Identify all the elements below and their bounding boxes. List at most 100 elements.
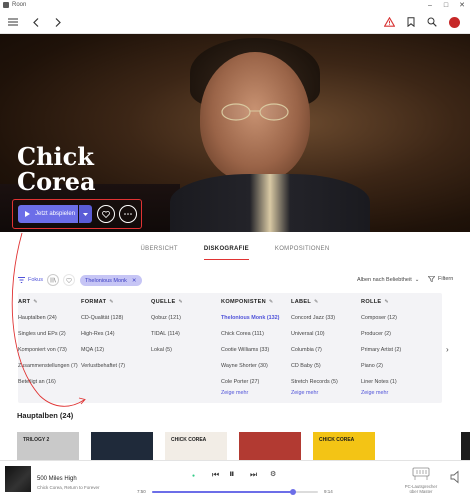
focus-filter-item[interactable]: Beteiligt an (16) (18, 379, 56, 385)
focus-filter-item[interactable]: Lokal (5) (151, 347, 172, 353)
focus-filter-item[interactable]: Zusammenstellungen (7) (18, 363, 78, 369)
pin-icon[interactable]: ✎ (179, 299, 184, 305)
focus-filter-item[interactable]: Thelonious Monk (132) (221, 315, 279, 321)
radio-icon[interactable]: ● (192, 473, 195, 479)
library-filter-button[interactable] (47, 274, 59, 286)
focus-filter-item[interactable]: Verlustbehaftet (7) (81, 363, 125, 369)
pause-icon[interactable]: ⏸ (229, 468, 235, 481)
speaker-zone-icon[interactable] (412, 467, 430, 481)
pin-icon[interactable]: ✎ (109, 299, 114, 305)
minimize-icon[interactable]: – (422, 0, 438, 10)
focus-column-title: FORMAT (81, 299, 107, 305)
remove-filter-icon[interactable]: ✕ (132, 278, 137, 284)
album-tile[interactable] (91, 432, 153, 460)
focus-label: Fokus (28, 277, 43, 283)
album-tile[interactable] (461, 432, 470, 460)
focus-filter-item[interactable]: Piano (2) (361, 363, 383, 369)
play-now-button[interactable]: Jetzt abspielen (18, 205, 78, 223)
previous-track-icon[interactable]: ⏮ (212, 470, 219, 480)
bookmark-icon[interactable] (404, 15, 418, 29)
focus-filter-item[interactable]: CD-Qualität (128) (81, 315, 123, 321)
focus-column-title: KOMPONISTEN (221, 299, 266, 305)
show-more-link[interactable]: Zeige mehr (361, 390, 388, 396)
album-cover-text: TRILOGY 2 (23, 437, 50, 443)
focus-filter-item[interactable]: Hauptalben (24) (18, 315, 57, 321)
focus-filter-item[interactable]: Cootie Williams (33) (221, 347, 269, 353)
pin-icon[interactable]: ✎ (269, 299, 274, 305)
album-tile[interactable] (239, 432, 301, 460)
focus-filter-item[interactable]: Qobuz (121) (151, 315, 181, 321)
active-filter-chip[interactable]: Thelonious Monk ✕ (80, 275, 142, 286)
show-more-link[interactable]: Zeige mehr (291, 390, 318, 396)
focus-filter-item[interactable]: Producer (2) (361, 331, 391, 337)
seek-bar[interactable] (152, 489, 318, 495)
forward-icon[interactable] (51, 15, 65, 29)
focus-filter-item[interactable]: MQA (12) (81, 347, 104, 353)
pin-icon[interactable]: ✎ (384, 299, 389, 305)
avatar[interactable] (449, 17, 460, 28)
player-bar: 500 Miles High Chick Corea, Return to Fo… (0, 460, 470, 500)
next-track-icon[interactable]: ⏭ (250, 470, 257, 480)
sort-select[interactable]: Alben nach Beliebtheit ⌄ (357, 277, 419, 283)
album-cover-text: CHICK COREA (171, 437, 207, 443)
album-grid: TRILOGY 2 CHICK COREA CHICK COREA (17, 432, 470, 460)
scroll-right-icon[interactable]: › (446, 345, 449, 354)
now-playing-artist[interactable]: Chick Corea, Return to Forever (37, 485, 100, 490)
tab-compositions[interactable]: KOMPOSITIONEN (275, 240, 330, 260)
focus-filter-item[interactable]: Columbia (7) (291, 347, 322, 353)
title-bar: Roon – □ ✕ (0, 0, 470, 10)
favorites-filter-button[interactable] (63, 274, 75, 286)
section-title-main-albums[interactable]: Hauptalben (24) (17, 411, 73, 420)
album-tile[interactable]: TRILOGY 2 (17, 432, 79, 460)
tab-discography[interactable]: DISKOGRAFIE (203, 240, 249, 260)
library-icon (50, 277, 56, 283)
filter-button[interactable]: Filtern (428, 276, 453, 282)
filter-row: Fokus Thelonious Monk ✕ Alben nach Belie… (0, 273, 470, 289)
focus-filter-item[interactable]: Liner Notes (1) (361, 379, 397, 385)
tab-overview[interactable]: ÜBERSICHT (141, 240, 178, 260)
play-options-dropdown[interactable] (79, 205, 92, 223)
maximize-icon[interactable]: □ (438, 0, 454, 10)
focus-filter-item[interactable]: Universal (10) (291, 331, 325, 337)
focus-column-header: LABEL ✎ (291, 299, 319, 305)
more-options-button[interactable] (119, 205, 137, 223)
hamburger-menu-icon[interactable] (6, 15, 20, 29)
favorite-button[interactable] (97, 205, 115, 223)
focus-filter-item[interactable]: Concord Jazz (33) (291, 315, 335, 321)
warning-icon[interactable] (382, 15, 396, 29)
search-icon[interactable] (425, 15, 439, 29)
close-icon[interactable]: ✕ (454, 0, 470, 10)
back-icon[interactable] (29, 15, 43, 29)
artist-name-line1: Chick (17, 142, 94, 171)
pin-icon[interactable]: ✎ (314, 299, 319, 305)
focus-filter-item[interactable]: Primary Artist (2) (361, 347, 401, 353)
album-tile[interactable]: CHICK COREA (313, 432, 375, 460)
artist-name-line2: Corea (17, 167, 96, 196)
play-now-label: Jetzt abspielen (35, 211, 76, 217)
chevron-down-icon (83, 212, 88, 216)
focus-filter-item[interactable]: CD Baby (5) (291, 363, 321, 369)
focus-filter-item[interactable]: Komponiert von (73) (18, 347, 67, 353)
seek-bar-handle[interactable] (290, 489, 297, 495)
focus-filter-item[interactable]: Stretch Records (5) (291, 379, 338, 385)
zone-name[interactable]: PC-Lautsprecher über Master (398, 484, 444, 494)
zone-line2: über Master (409, 489, 433, 494)
settings-icon[interactable]: ⚙ (270, 470, 276, 478)
volume-icon[interactable] (449, 470, 463, 484)
focus-filter-item[interactable]: Chick Corea (111) (221, 331, 264, 337)
focus-filter-item[interactable]: Wayne Shorter (30) (221, 363, 268, 369)
focus-filter-item[interactable]: Singles und EPs (2) (18, 331, 66, 337)
focus-filter-item[interactable]: Cole Porter (27) (221, 379, 259, 385)
focus-toggle[interactable]: Fokus (18, 277, 43, 283)
pin-icon[interactable]: ✎ (33, 299, 38, 305)
scroll-left-icon[interactable]: ‹ (21, 348, 23, 354)
album-tile[interactable]: CHICK COREA (165, 432, 227, 460)
focus-filter-item[interactable]: Composer (12) (361, 315, 397, 321)
focus-filter-item[interactable]: High-Res (14) (81, 331, 115, 337)
now-playing-title[interactable]: 500 Miles High (37, 476, 77, 482)
focus-filter-item[interactable]: TIDAL (114) (151, 331, 180, 337)
now-playing-cover[interactable] (5, 466, 31, 492)
album-tile[interactable] (387, 432, 449, 460)
show-more-link[interactable]: Zeige mehr (221, 390, 248, 396)
window-title: Roon (12, 2, 27, 8)
